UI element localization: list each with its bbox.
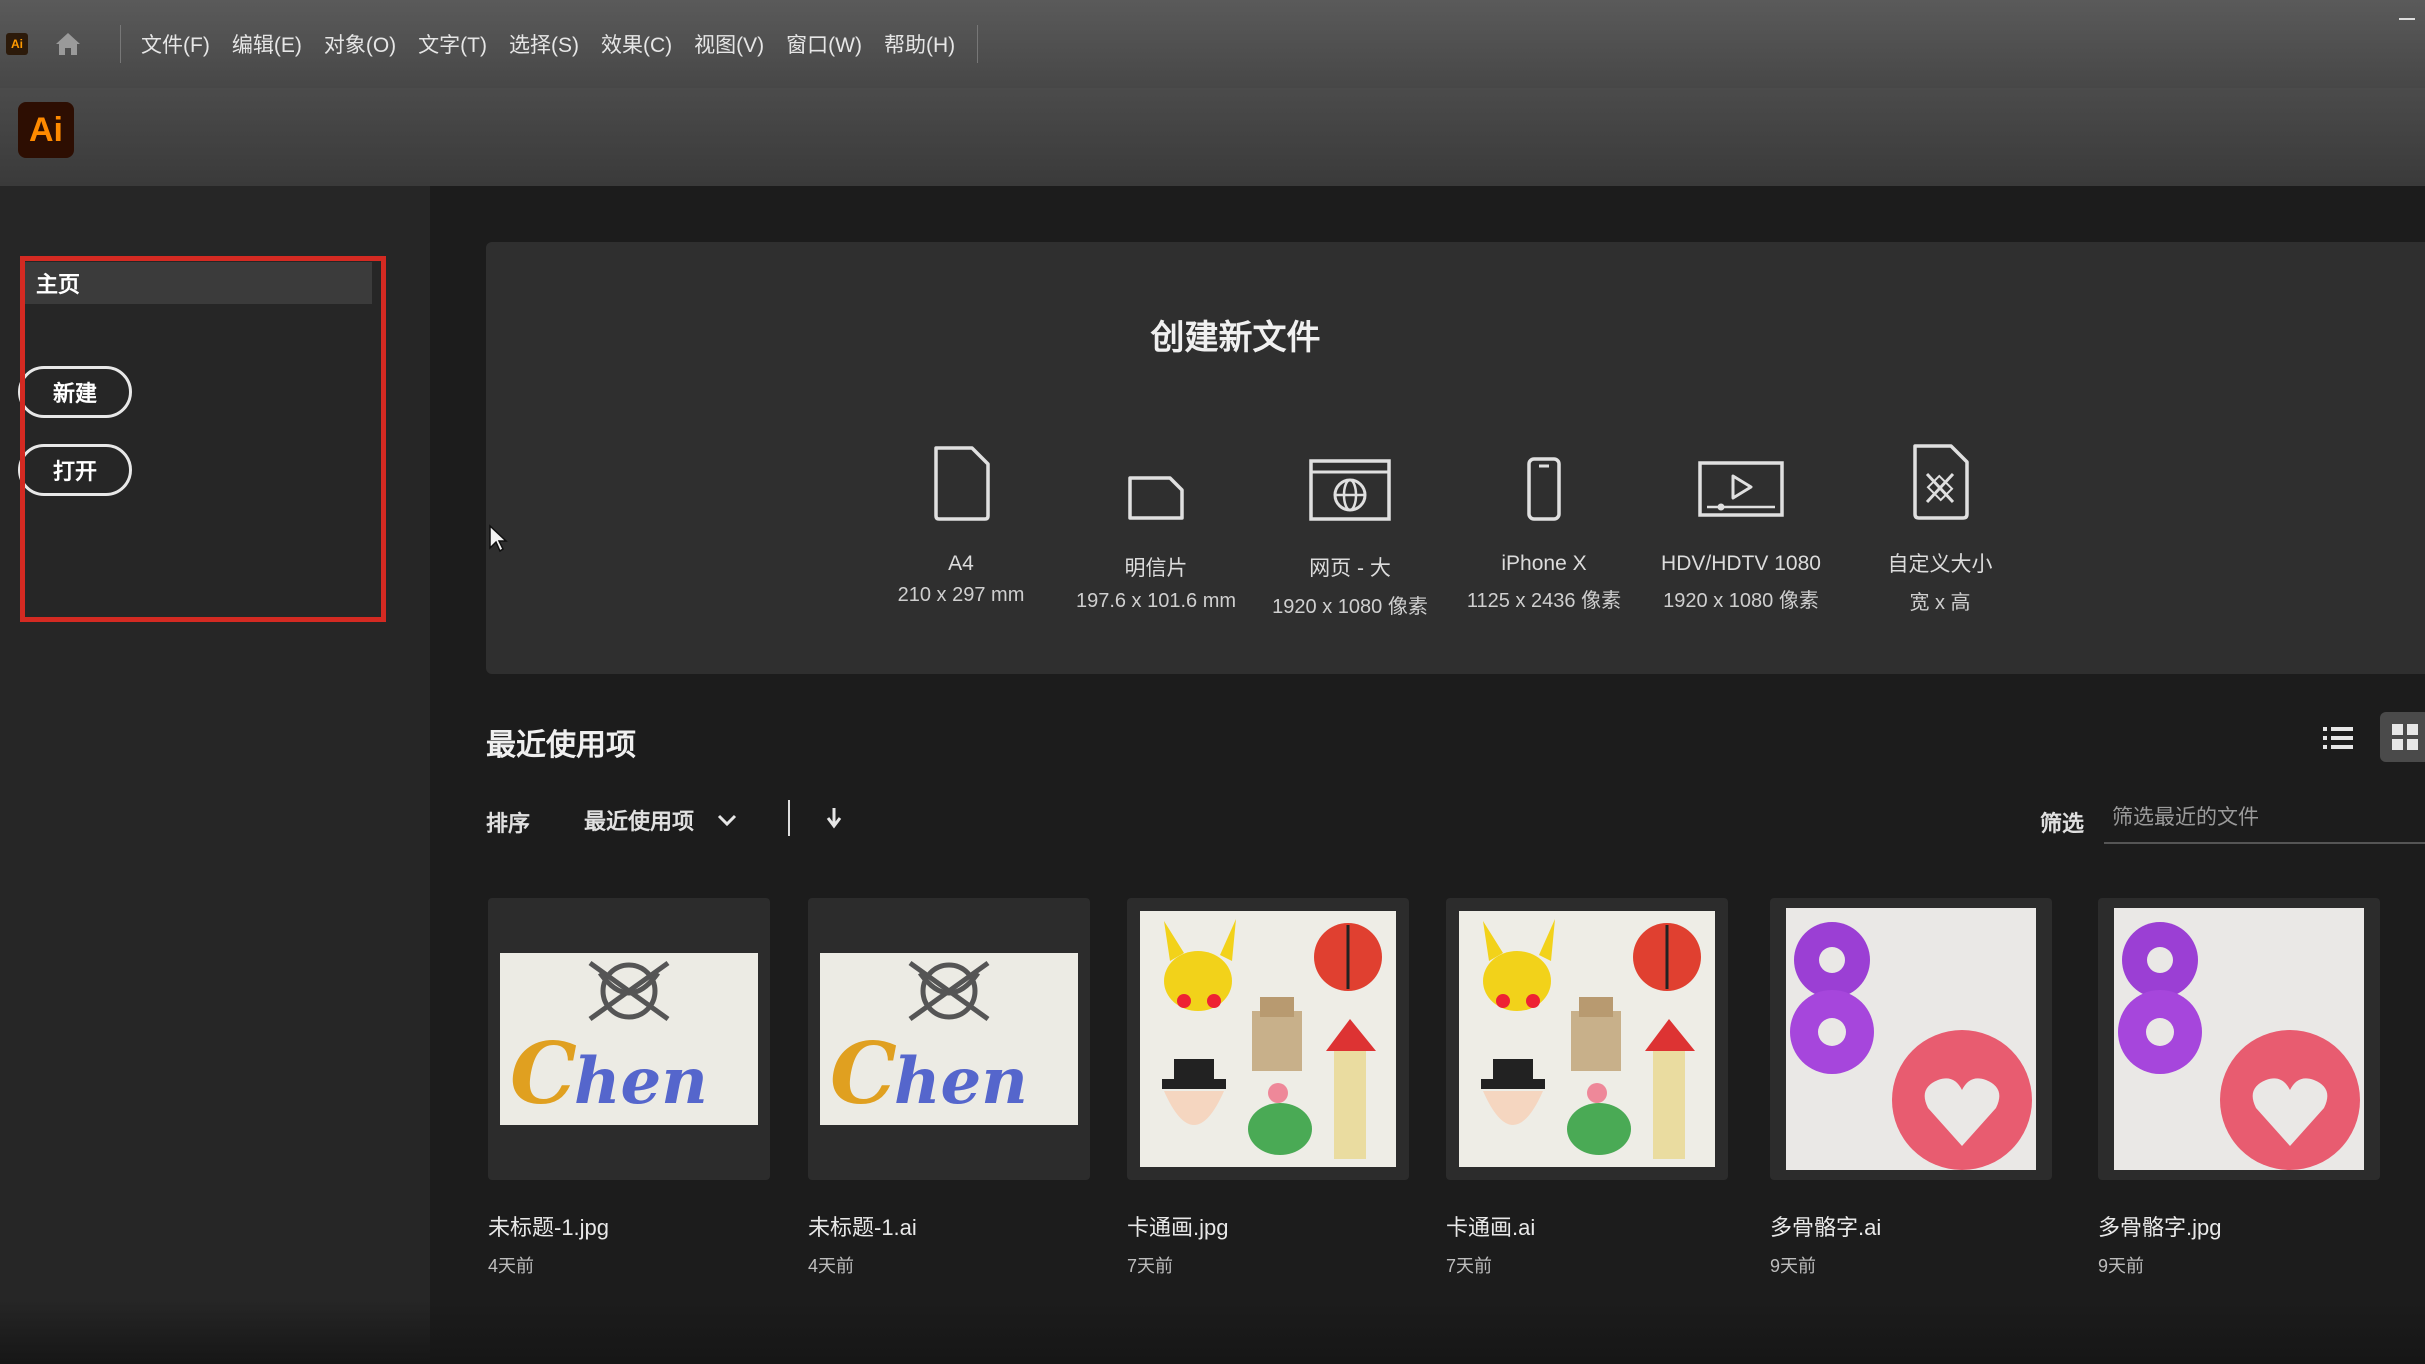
home-icon[interactable] [52,28,84,60]
preset-size: 1125 x 2436 像素 [1466,590,1622,612]
preset-size: 210 x 297 mm [897,584,1025,606]
preset-size: 宽 x 高 [1909,592,1971,614]
preset-size: 197.6 x 101.6 mm [1075,590,1237,612]
menu-bar: Ai 文件(F) 编辑(E) 对象(O) 文字(T) 选择(S) 效果(C) 视… [0,0,2425,88]
recent-section-title: 最近使用项 [486,729,636,762]
menu-effect[interactable]: 效果(C) [601,29,672,59]
phone-icon [1527,457,1561,521]
filter-input[interactable] [2104,794,2425,844]
file-thumbnail [1770,898,2052,1180]
file-name: 多骨骼字.jpg [2098,1215,2222,1240]
file-thumbnail [1127,898,1409,1180]
file-thumbnail: C hen [488,898,770,1180]
bones-artwork-thumbnail [2114,908,2364,1170]
cartoon-artwork-thumbnail [1140,911,1396,1167]
svg-text:hen: hen [574,1044,708,1119]
file-name: 未标题-1.ai [808,1215,917,1240]
menu-window[interactable]: 窗口(W) [786,29,862,59]
menu-edit[interactable]: 编辑(E) [232,29,302,59]
menu-separator [120,25,121,63]
preset-name: 明信片 [1124,557,1188,580]
list-view-icon[interactable] [2320,720,2356,756]
file-thumbnail [1446,898,1728,1180]
menu-separator [977,25,979,63]
menu-type[interactable]: 文字(T) [418,29,487,59]
file-age: 9天前 [1770,1256,1817,1276]
mouse-cursor-icon [489,524,508,553]
preset-postcard[interactable]: 明信片 197.6 x 101.6 mm [1056,412,1256,613]
file-age: 7天前 [1127,1256,1174,1276]
preset-size: 1920 x 1080 像素 [1272,596,1428,618]
chen-artwork-thumbnail: C hen [500,953,758,1125]
preset-hdtv[interactable]: HDV/HDTV 1080 1920 x 1080 像素 [1641,412,1841,613]
preset-name: HDV/HDTV 1080 [1661,552,1821,575]
preset-size: 1920 x 1080 像素 [1663,590,1819,612]
recent-file-card[interactable]: 多骨骼字.ai 9天前 [1770,898,2052,1278]
recent-file-card[interactable]: 多骨骼字.jpg 9天前 [2098,898,2380,1278]
menu-file[interactable]: 文件(F) [141,29,210,59]
create-new-panel: 创建新文件 A4 210 x 297 mm 明信片 197.6 x 101.6 … [486,242,2425,674]
sort-divider [788,800,790,836]
preset-custom-size[interactable]: 自定义大小 宽 x 高 [1840,412,2040,615]
highlight-annotation-box [20,256,386,622]
file-thumbnail [2098,898,2380,1180]
file-age: 4天前 [808,1256,855,1276]
preset-name: iPhone X [1501,552,1587,575]
app-header: Ai [0,88,2425,186]
preset-a4[interactable]: A4 210 x 297 mm [861,412,1061,607]
chen-artwork-thumbnail: C hen [820,953,1078,1125]
svg-text:C: C [510,1024,577,1123]
preset-name: A4 [948,552,974,575]
file-age: 9天前 [2098,1256,2145,1276]
sort-label: 排序 [486,811,531,836]
file-age: 4天前 [488,1256,535,1276]
recent-file-card[interactable]: C hen 未标题-1.jpg 4天前 [488,898,770,1278]
recent-file-card[interactable]: C hen 未标题-1.ai 4天前 [808,898,1090,1278]
menu-object[interactable]: 对象(O) [324,29,396,59]
document-icon [934,446,990,521]
sort-direction-arrow-icon[interactable] [824,806,844,830]
grid-view-icon [2392,724,2418,750]
svg-text:hen: hen [894,1044,1028,1119]
custom-size-icon [1913,444,1969,520]
file-age: 7天前 [1446,1256,1493,1276]
file-name: 多骨骼字.ai [1770,1215,1882,1240]
web-icon [1309,459,1391,521]
app-badge-icon: Ai [6,33,28,55]
cartoon-artwork-thumbnail [1459,911,1715,1167]
menu-help[interactable]: 帮助(H) [884,29,955,59]
menu-view[interactable]: 视图(V) [694,29,764,59]
preset-name: 自定义大小 [1887,553,1993,576]
sort-dropdown[interactable]: 最近使用项 [584,804,738,836]
chevron-down-icon [717,814,737,827]
grid-view-button[interactable] [2380,712,2425,762]
video-icon [1698,461,1784,517]
file-thumbnail: C hen [808,898,1090,1180]
preset-web-large[interactable]: 网页 - 大 1920 x 1080 像素 [1250,412,1450,619]
minimize-icon[interactable] [2399,18,2415,20]
create-title: 创建新文件 [1150,319,1321,357]
sort-value: 最近使用项 [584,809,695,834]
recent-file-card[interactable]: 卡通画.ai 7天前 [1446,898,1728,1278]
filter-label: 筛选 [2040,811,2085,836]
bones-artwork-thumbnail [1786,908,2036,1170]
recent-file-card[interactable]: 卡通画.jpg 7天前 [1127,898,1409,1278]
postcard-icon [1128,476,1184,520]
preset-name: 网页 - 大 [1309,557,1391,580]
preset-iphone-x[interactable]: iPhone X 1125 x 2436 像素 [1444,412,1644,613]
ai-logo: Ai [18,102,74,158]
menu-select[interactable]: 选择(S) [509,29,579,59]
file-name: 卡通画.jpg [1127,1215,1229,1240]
file-name: 卡通画.ai [1446,1215,1536,1240]
file-name: 未标题-1.jpg [488,1215,610,1240]
bottom-shadow [0,1300,2425,1364]
svg-text:C: C [830,1024,897,1123]
